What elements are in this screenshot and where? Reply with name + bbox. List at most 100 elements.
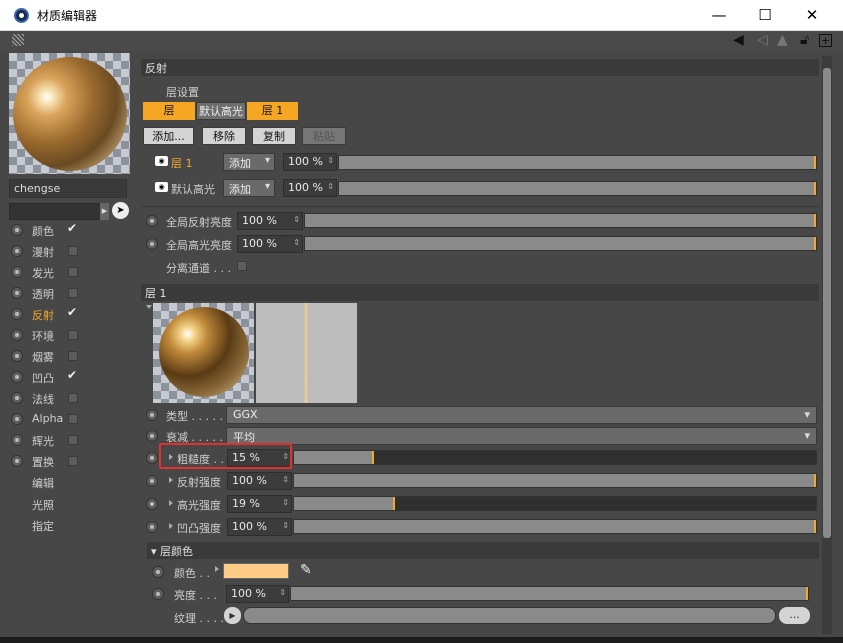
attenuation-select[interactable]: 平均	[226, 427, 817, 445]
default-specular-mode-select[interactable]: 添加	[223, 179, 275, 197]
minimize-button[interactable]: —	[696, 0, 742, 31]
layer-color-swatch[interactable]	[223, 563, 289, 579]
brightness-field[interactable]: 100 %	[226, 585, 289, 603]
material-preview[interactable]	[9, 53, 130, 174]
channel-item[interactable]: 凹凸 ✔	[9, 368, 137, 387]
channel-animate-radio[interactable]	[11, 266, 23, 278]
forward-arrow-icon[interactable]: ◁	[757, 32, 768, 48]
layer-color-expand-icon[interactable]	[215, 566, 219, 572]
channel-label[interactable]: 凹凸	[32, 370, 54, 386]
texture-arrow-button[interactable]: ▶	[224, 607, 241, 624]
reflect-strength-field[interactable]: 100 %	[227, 472, 292, 490]
bump-strength-animate-radio[interactable]	[146, 521, 158, 533]
channel-label[interactable]: Alpha	[32, 412, 63, 425]
layer1-name[interactable]: 层 1	[171, 155, 193, 171]
channel-item[interactable]: 透明	[9, 284, 137, 303]
channel-item[interactable]: 发光	[9, 263, 137, 282]
channel-animate-radio[interactable]	[11, 434, 23, 446]
channel-checkbox[interactable]	[68, 330, 78, 340]
channel-item[interactable]: 颜色 ✔	[9, 221, 137, 240]
channel-item[interactable]: 法线	[9, 389, 137, 408]
attenuation-animate-radio[interactable]	[146, 430, 158, 442]
paste-layer-button[interactable]: 粘贴	[302, 127, 346, 145]
close-button[interactable]: ✕	[789, 0, 835, 31]
channel-label[interactable]: 烟雾	[32, 349, 54, 365]
channel-label[interactable]: 置换	[32, 454, 54, 470]
type-animate-radio[interactable]	[146, 409, 158, 421]
channel-animate-radio[interactable]	[11, 455, 23, 467]
channel-label[interactable]: 辉光	[32, 433, 54, 449]
spec-strength-expand-icon[interactable]	[169, 500, 173, 506]
channel-label[interactable]: 环境	[32, 328, 54, 344]
channel-item[interactable]: 漫射	[9, 242, 137, 261]
bump-strength-slider[interactable]	[293, 519, 817, 534]
channel-label[interactable]: 透明	[32, 286, 54, 302]
spec-strength-handle[interactable]	[393, 497, 395, 510]
reflect-strength-expand-icon[interactable]	[169, 477, 173, 483]
channel-item[interactable]: 置换	[9, 452, 137, 471]
channel-animate-radio[interactable]	[11, 329, 23, 341]
layer1-visibility-eye-icon[interactable]: ◉	[155, 156, 168, 166]
layer-color-animate-radio[interactable]	[152, 566, 164, 578]
channel-item[interactable]: 反射 ✔	[9, 305, 137, 324]
roughness-slider[interactable]	[293, 450, 817, 465]
texture-slot[interactable]	[243, 607, 776, 624]
channel-item[interactable]: 环境	[9, 326, 137, 345]
lock-icon[interactable]: 🔓︎	[800, 32, 809, 48]
type-select[interactable]: GGX	[226, 406, 817, 424]
spec-strength-slider[interactable]	[293, 496, 817, 511]
channel-animate-radio[interactable]	[11, 224, 23, 236]
separate-channels-checkbox[interactable]	[237, 261, 247, 271]
global-reflect-slider[interactable]	[304, 213, 817, 228]
global-spec-slider[interactable]	[304, 236, 817, 251]
channel-animate-radio[interactable]	[11, 413, 23, 425]
channel-checkbox[interactable]	[68, 435, 78, 445]
channel-checkbox[interactable]: ✔	[67, 305, 77, 319]
channel-assign[interactable]: 指定	[32, 518, 54, 534]
channel-checkbox[interactable]	[68, 288, 78, 298]
channel-animate-radio[interactable]	[11, 308, 23, 320]
channel-checkbox[interactable]	[68, 414, 78, 424]
channel-label[interactable]: 反射	[32, 307, 54, 323]
tab-layer-1[interactable]: 层 1	[247, 102, 298, 120]
global-reflect-field[interactable]: 100 %	[237, 212, 303, 230]
copy-layer-button[interactable]: 复制	[252, 127, 296, 145]
up-arrow-icon[interactable]: ▲	[777, 32, 788, 48]
pick-cursor-icon[interactable]: ➤	[112, 202, 129, 219]
channel-edit[interactable]: 编辑	[32, 475, 54, 491]
remove-layer-button[interactable]: 移除	[202, 127, 246, 145]
channel-checkbox[interactable]: ✔	[67, 368, 77, 382]
channel-item[interactable]: Alpha	[9, 410, 137, 429]
default-specular-opacity-slider[interactable]	[338, 181, 817, 196]
channel-label[interactable]: 法线	[32, 391, 54, 407]
global-spec-animate-radio[interactable]	[146, 238, 158, 250]
channel-animate-radio[interactable]	[11, 245, 23, 257]
new-panel-icon[interactable]: +	[819, 34, 832, 47]
default-specular-opacity-field[interactable]: 100 %	[283, 179, 337, 197]
channel-search-arrow-button[interactable]: ▶	[100, 203, 109, 220]
channel-animate-radio[interactable]	[11, 287, 23, 299]
tab-layer[interactable]: 层	[143, 102, 195, 120]
back-arrow-icon[interactable]: ◀	[733, 32, 744, 48]
brightness-slider[interactable]	[290, 586, 809, 601]
layer1-opacity-field[interactable]: 100 %	[283, 153, 337, 171]
tab-default-specular[interactable]: 默认高光	[196, 102, 246, 120]
channel-checkbox[interactable]	[68, 393, 78, 403]
layer1-mode-select[interactable]: 添加	[223, 153, 275, 171]
global-spec-field[interactable]: 100 %	[237, 235, 303, 253]
channel-label[interactable]: 颜色	[32, 223, 54, 239]
add-layer-button[interactable]: 添加...	[143, 127, 194, 145]
global-reflect-animate-radio[interactable]	[146, 215, 158, 227]
reflect-strength-slider[interactable]	[293, 473, 817, 488]
collapse-triangle-icon[interactable]	[146, 305, 152, 312]
roughness-animate-radio[interactable]	[146, 452, 158, 464]
material-name-field[interactable]: chengse	[9, 179, 127, 198]
channel-checkbox[interactable]	[68, 246, 78, 256]
channel-label[interactable]: 漫射	[32, 244, 54, 260]
channel-checkbox[interactable]	[68, 351, 78, 361]
channel-checkbox[interactable]: ✔	[67, 221, 77, 235]
roughness-handle[interactable]	[372, 451, 374, 464]
layer1-opacity-slider[interactable]	[338, 155, 817, 170]
spec-strength-field[interactable]: 19 %	[227, 495, 292, 513]
scrollbar-thumb[interactable]	[823, 68, 831, 538]
